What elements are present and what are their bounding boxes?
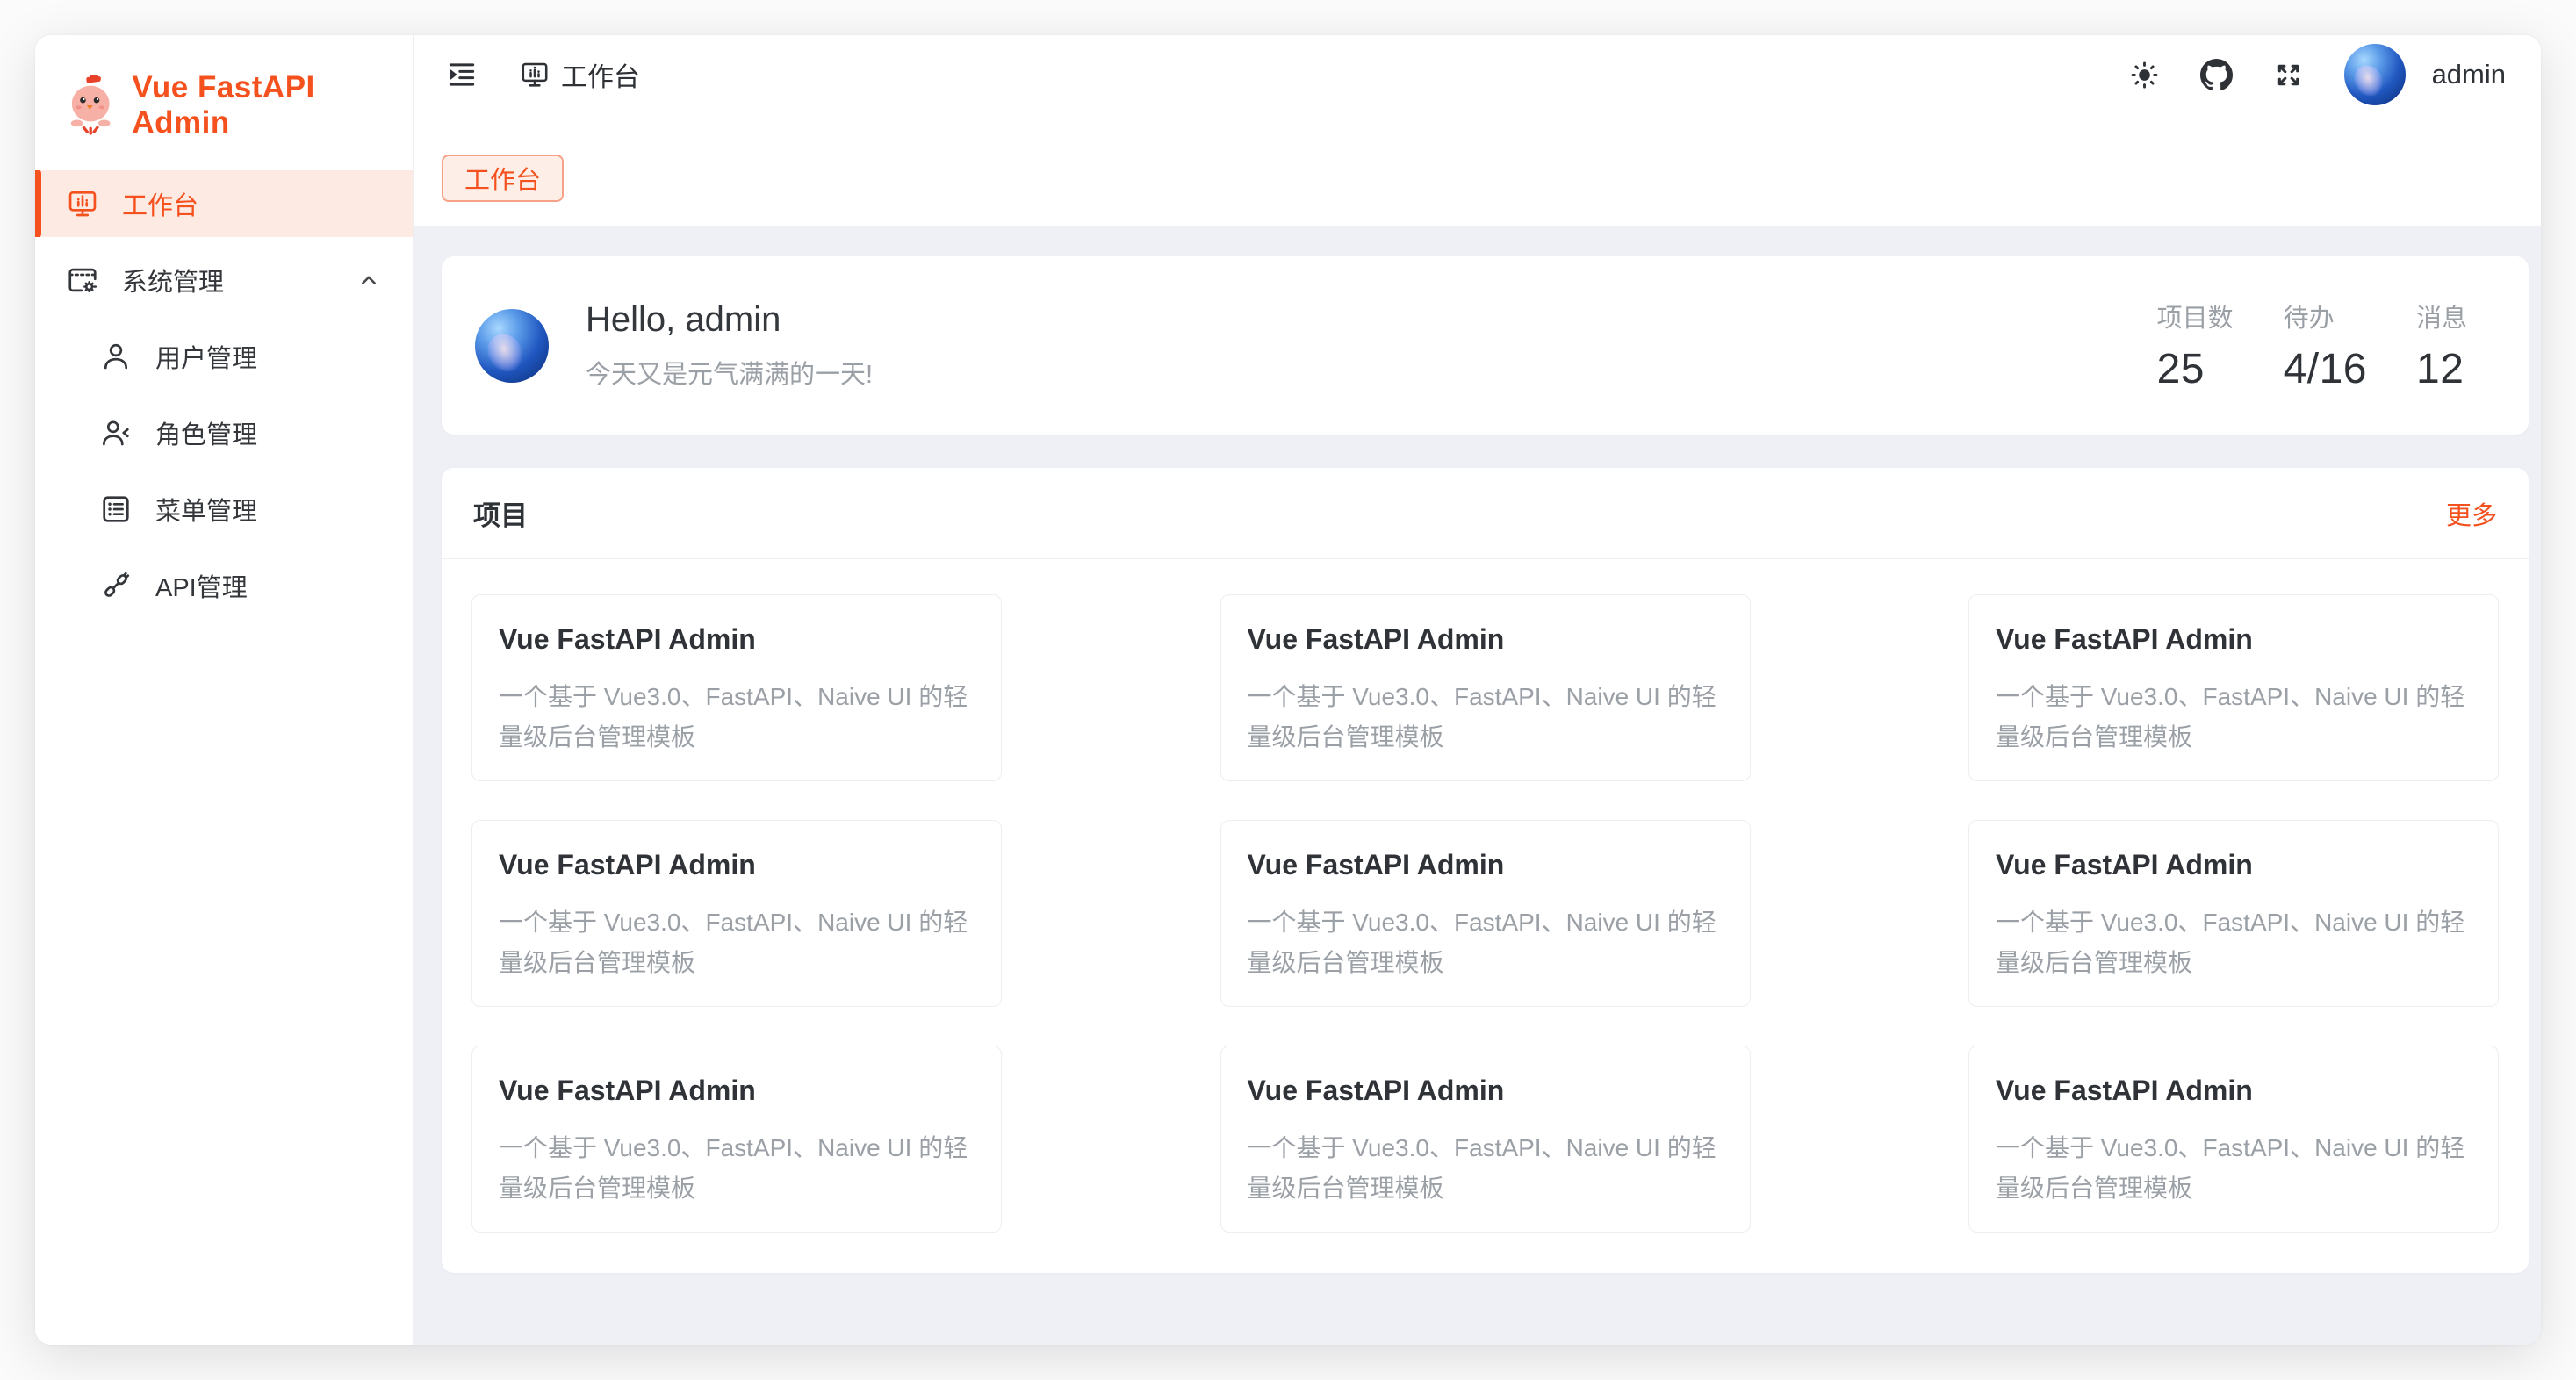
project-description: 一个基于 Vue3.0、FastAPI、Naive UI 的轻量级后台管理模板 xyxy=(499,677,975,758)
project-name: Vue FastAPI Admin xyxy=(499,1075,975,1107)
stat-projects: 项目数 25 xyxy=(2157,298,2234,393)
app-window: Vue FastAPI Admin 工作台 系统管理 用户管理 角色管理 xyxy=(35,35,2541,1345)
project-description: 一个基于 Vue3.0、FastAPI、Naive UI 的轻量级后台管理模板 xyxy=(1996,677,2472,758)
welcome-card: Hello, admin 今天又是元气满满的一天! 项目数 25 待办 4/16… xyxy=(442,256,2529,435)
project-name: Vue FastAPI Admin xyxy=(1996,623,2472,656)
stat-value: 12 xyxy=(2416,345,2493,393)
system-settings-icon xyxy=(66,263,99,297)
sidebar-collapse-button[interactable] xyxy=(445,58,479,91)
breadcrumb[interactable]: 工作台 xyxy=(519,55,640,94)
greeting-text: Hello, admin xyxy=(586,300,873,340)
sidebar-item-menu-management[interactable]: 菜单管理 xyxy=(35,476,413,543)
fullscreen-icon xyxy=(2272,59,2305,91)
chick-logo-icon xyxy=(65,75,116,136)
username-label[interactable]: admin xyxy=(2432,59,2506,90)
stat-label: 待办 xyxy=(2284,298,2367,334)
project-card[interactable]: Vue FastAPI Admin 一个基于 Vue3.0、FastAPI、Na… xyxy=(1220,820,1751,1007)
fullscreen-button[interactable] xyxy=(2272,58,2306,91)
project-card[interactable]: Vue FastAPI Admin 一个基于 Vue3.0、FastAPI、Na… xyxy=(471,820,1002,1007)
project-description: 一个基于 Vue3.0、FastAPI、Naive UI 的轻量级后台管理模板 xyxy=(1996,1128,2472,1209)
sidebar-item-label: 用户管理 xyxy=(155,338,257,375)
projects-header: 项目 更多 xyxy=(442,468,2529,558)
project-description: 一个基于 Vue3.0、FastAPI、Naive UI 的轻量级后台管理模板 xyxy=(499,1128,975,1209)
app-title: Vue FastAPI Admin xyxy=(132,70,413,140)
user-avatar[interactable] xyxy=(2344,44,2406,105)
project-description: 一个基于 Vue3.0、FastAPI、Naive UI 的轻量级后台管理模板 xyxy=(499,902,975,983)
user-avatar-large xyxy=(475,309,549,383)
more-link[interactable]: 更多 xyxy=(2446,495,2497,532)
sidebar-item-api-management[interactable]: API管理 xyxy=(35,552,413,619)
stat-value: 25 xyxy=(2157,345,2234,393)
projects-card: 项目 更多 Vue FastAPI Admin 一个基于 Vue3.0、Fast… xyxy=(442,468,2529,1273)
project-name: Vue FastAPI Admin xyxy=(499,849,975,881)
project-name: Vue FastAPI Admin xyxy=(1996,849,2472,881)
sidebar-item-label: API管理 xyxy=(155,567,248,604)
tag-workbench[interactable]: 工作台 xyxy=(442,155,564,202)
user-icon xyxy=(99,340,133,373)
stat-todos: 待办 4/16 xyxy=(2284,298,2367,393)
project-card[interactable]: Vue FastAPI Admin 一个基于 Vue3.0、FastAPI、Na… xyxy=(1968,820,2499,1007)
breadcrumb-label: 工作台 xyxy=(561,55,640,94)
project-name: Vue FastAPI Admin xyxy=(1248,1075,1723,1107)
theme-toggle-button[interactable] xyxy=(2128,58,2162,91)
project-card[interactable]: Vue FastAPI Admin 一个基于 Vue3.0、FastAPI、Na… xyxy=(1968,594,2499,781)
project-description: 一个基于 Vue3.0、FastAPI、Naive UI 的轻量级后台管理模板 xyxy=(1248,902,1723,983)
project-description: 一个基于 Vue3.0、FastAPI、Naive UI 的轻量级后台管理模板 xyxy=(1996,902,2472,983)
greeting-block: Hello, admin 今天又是元气满满的一天! xyxy=(586,300,873,391)
header-actions: admin xyxy=(2128,44,2506,105)
project-card[interactable]: Vue FastAPI Admin 一个基于 Vue3.0、FastAPI、Na… xyxy=(471,1046,1002,1233)
theme-sun-icon xyxy=(2128,59,2161,91)
projects-title: 项目 xyxy=(473,493,528,533)
github-icon xyxy=(2200,59,2233,91)
sidebar-item-label: 工作台 xyxy=(122,185,198,222)
api-plug-icon xyxy=(99,569,133,602)
stat-label: 消息 xyxy=(2416,298,2493,334)
project-card[interactable]: Vue FastAPI Admin 一个基于 Vue3.0、FastAPI、Na… xyxy=(1968,1046,2499,1233)
project-name: Vue FastAPI Admin xyxy=(499,623,975,656)
stat-label: 项目数 xyxy=(2157,298,2234,334)
project-name: Vue FastAPI Admin xyxy=(1996,1075,2472,1107)
role-icon xyxy=(99,416,133,449)
sidebar-item-label: 菜单管理 xyxy=(155,491,257,528)
sidebar-item-user-management[interactable]: 用户管理 xyxy=(35,323,413,390)
sidebar-item-label: 角色管理 xyxy=(155,414,257,451)
github-link-button[interactable] xyxy=(2200,58,2234,91)
project-name: Vue FastAPI Admin xyxy=(1248,849,1723,881)
stat-messages: 消息 12 xyxy=(2416,298,2493,393)
sidebar-item-label: 系统管理 xyxy=(122,262,224,298)
content-area: Hello, admin 今天又是元气满满的一天! 项目数 25 待办 4/16… xyxy=(414,226,2541,1345)
header-left: 工作台 xyxy=(445,55,640,94)
sidebar-item-system-management[interactable]: 系统管理 xyxy=(35,247,413,313)
sidebar: Vue FastAPI Admin 工作台 系统管理 用户管理 角色管理 xyxy=(35,35,414,1345)
main-area: 工作台 admin 工作台 xyxy=(414,35,2541,1345)
project-name: Vue FastAPI Admin xyxy=(1248,623,1723,656)
stats-group: 项目数 25 待办 4/16 消息 12 xyxy=(2157,298,2495,393)
workbench-icon xyxy=(66,187,99,220)
sidebar-item-workbench[interactable]: 工作台 xyxy=(35,170,413,237)
greeting-message: 今天又是元气满满的一天! xyxy=(586,354,873,391)
chevron-up-icon xyxy=(355,266,383,294)
project-description: 一个基于 Vue3.0、FastAPI、Naive UI 的轻量级后台管理模板 xyxy=(1248,1128,1723,1209)
stat-value: 4/16 xyxy=(2284,345,2367,393)
top-header: 工作台 admin xyxy=(414,35,2541,114)
project-description: 一个基于 Vue3.0、FastAPI、Naive UI 的轻量级后台管理模板 xyxy=(1248,677,1723,758)
app-logo: Vue FastAPI Admin xyxy=(35,35,413,140)
menu-list-icon xyxy=(99,492,133,526)
projects-grid: Vue FastAPI Admin 一个基于 Vue3.0、FastAPI、Na… xyxy=(442,559,2529,1233)
sidebar-item-role-management[interactable]: 角色管理 xyxy=(35,399,413,466)
tags-bar: 工作台 xyxy=(414,114,2541,226)
menu-fold-icon xyxy=(445,58,479,91)
sidebar-menu: 工作台 系统管理 用户管理 角色管理 菜单管理 API管理 xyxy=(35,170,413,629)
project-card[interactable]: Vue FastAPI Admin 一个基于 Vue3.0、FastAPI、Na… xyxy=(1220,594,1751,781)
project-card[interactable]: Vue FastAPI Admin 一个基于 Vue3.0、FastAPI、Na… xyxy=(1220,1046,1751,1233)
project-card[interactable]: Vue FastAPI Admin 一个基于 Vue3.0、FastAPI、Na… xyxy=(471,594,1002,781)
workbench-icon xyxy=(519,59,550,90)
